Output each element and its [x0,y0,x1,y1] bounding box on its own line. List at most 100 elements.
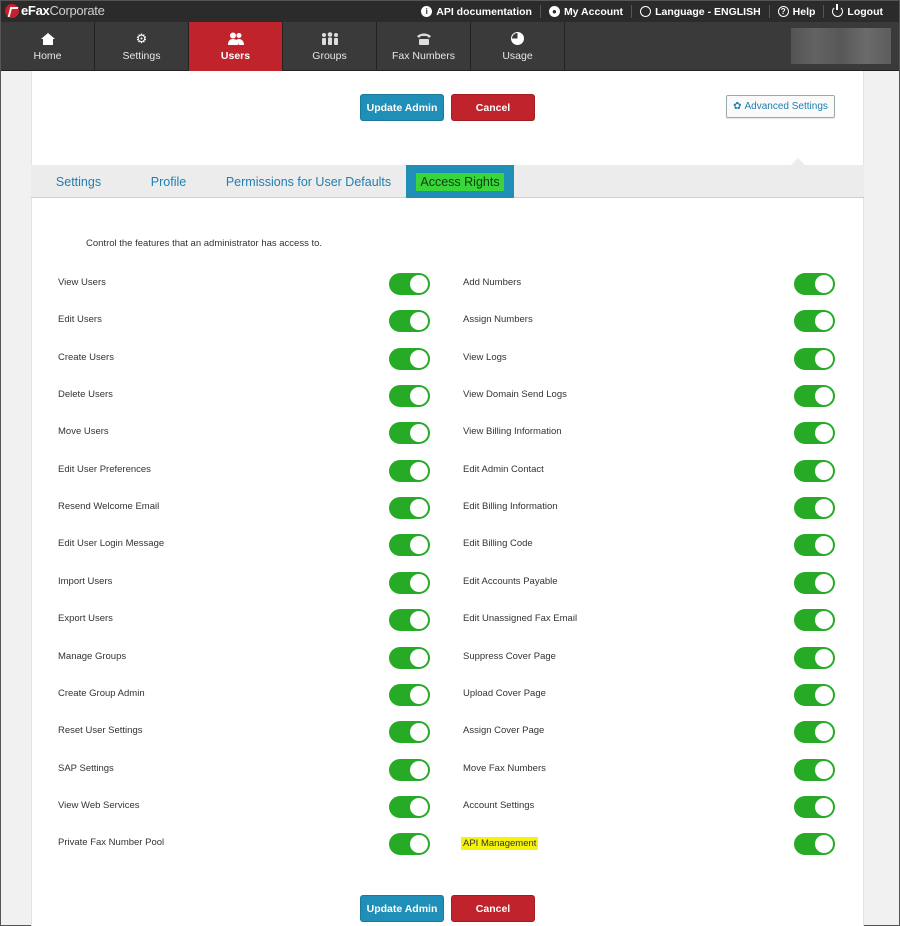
language-selector[interactable]: Language - ENGLISH [631,5,769,18]
tab-access-rights[interactable]: Access Rights [406,165,514,198]
help-link[interactable]: ? Help [768,5,824,18]
update-admin-button-top[interactable]: Update Admin [360,94,444,121]
permission-toggle-view-web-services[interactable] [389,795,430,818]
permission-label-add-numbers: Add Numbers [463,277,522,288]
help-icon: ? [777,6,789,17]
logout-link[interactable]: Logout [823,4,891,18]
permission-toggle-view-users[interactable] [389,273,430,295]
permission-toggle-create-users[interactable] [389,347,430,370]
permission-label-edit-admin-contact: Edit Admin Contact [463,463,544,475]
permission-toggle-edit-billing-code[interactable] [794,534,835,557]
permission-toggle-api-management[interactable] [794,833,835,856]
permission-toggle-reset-user-settings[interactable] [389,721,430,744]
info-icon: i [421,6,433,17]
permission-toggle-import-users[interactable] [389,571,430,594]
permission-label-edit-user-login-message: Edit User Login Message [58,538,165,550]
permission-label-view-logs: View Logs [463,351,507,363]
permission-toggle-edit-user-login-message[interactable] [389,534,430,557]
efax-logo-icon [5,3,19,18]
permission-toggle-edit-users[interactable] [389,310,430,333]
main-nav: Home ⚙ Settings Users Groups Fax Numbers… [1,22,899,71]
permission-label-edit-billing-code: Edit Billing Code [463,538,533,550]
tab-access-rights-label: Access Rights [416,172,504,191]
permission-label-reset-user-settings: Reset User Settings [58,725,143,737]
blurred-account-info [791,28,891,64]
help-label: Help [792,5,816,18]
account-icon: ● [548,6,560,17]
permission-toggle-create-group-admin[interactable] [389,683,430,706]
permission-toggle-view-logs[interactable] [794,347,835,370]
tab-settings[interactable]: Settings [31,165,126,198]
top-utility-bar: eFaxCorporate i API documentation ● My A… [1,1,899,22]
logo-bold-text: eFax [21,3,50,18]
permission-label-account-settings: Account Settings [463,799,535,811]
permission-label-suppress-cover-page: Suppress Cover Page [463,650,556,662]
permission-label-view-billing-information: View Billing Information [463,426,562,438]
cancel-button-bottom[interactable]: Cancel [451,895,535,922]
fax-icon [416,32,432,46]
tab-profile[interactable]: Profile [126,165,211,198]
permission-toggle-edit-accounts-payable[interactable] [794,571,835,594]
my-account-label: My Account [563,5,624,18]
nav-users-label: Users [220,49,251,62]
permission-toggle-account-settings[interactable] [794,795,835,818]
permission-label-view-users: View Users [58,277,106,288]
advanced-settings-button[interactable]: ✿ Advanced Settings [726,95,835,118]
nav-usage[interactable]: Usage [471,22,565,71]
permission-toggle-edit-admin-contact[interactable] [794,459,835,482]
permission-label-private-fax-number-pool: Private Fax Number Pool [58,837,165,849]
nav-groups[interactable]: Groups [283,22,377,71]
nav-users[interactable]: Users [189,22,283,71]
permission-toggle-export-users[interactable] [389,609,430,632]
nav-fax-numbers[interactable]: Fax Numbers [377,22,471,71]
tab-permissions-user-defaults[interactable]: Permissions for User Defaults [211,165,406,198]
permission-label-move-users: Move Users [58,426,109,438]
my-account-link[interactable]: ● My Account [539,5,631,18]
permission-toggle-edit-unassigned-fax-email[interactable] [794,609,835,632]
logo-light-text: Corporate [49,3,105,18]
permission-toggle-resend-welcome-email[interactable] [389,497,430,520]
gear-icon: ✿ [733,101,742,112]
permission-toggle-upload-cover-page[interactable] [794,683,835,706]
permission-label-assign-cover-page: Assign Cover Page [463,725,545,737]
permission-toggle-private-fax-number-pool[interactable] [389,833,430,856]
advanced-caret [791,158,805,165]
permission-label-view-web-services: View Web Services [58,799,140,811]
permission-toggle-delete-users[interactable] [389,385,430,408]
logout-label: Logout [847,5,883,18]
permission-toggle-edit-user-preferences[interactable] [389,459,430,482]
permission-label-api-management: API Management [461,837,539,851]
api-documentation-label: API documentation [436,5,532,18]
nav-groups-label: Groups [312,49,347,62]
permission-label-edit-accounts-payable: Edit Accounts Payable [463,575,558,587]
permission-label-create-group-admin: Create Group Admin [58,687,145,699]
nav-settings[interactable]: ⚙ Settings [95,22,189,71]
permission-toggle-assign-numbers[interactable] [794,310,835,333]
permission-toggle-assign-cover-page[interactable] [794,721,835,744]
permission-toggle-move-fax-numbers[interactable] [794,758,835,781]
advanced-settings-label: Advanced Settings [744,101,828,112]
pie-chart-icon [511,32,524,46]
permission-label-move-fax-numbers: Move Fax Numbers [463,762,546,774]
efax-logo[interactable]: eFaxCorporate [5,3,105,18]
permission-toggle-suppress-cover-page[interactable] [794,646,835,669]
permission-toggle-add-numbers[interactable] [794,273,835,295]
permission-toggle-manage-groups[interactable] [389,646,430,669]
permission-label-manage-groups: Manage Groups [58,650,127,662]
groups-icon [321,32,339,46]
permission-label-export-users: Export Users [58,613,113,625]
permission-label-import-users: Import Users [58,575,113,587]
api-documentation-link[interactable]: i API documentation [413,5,540,18]
permission-label-edit-users: Edit Users [58,314,102,326]
permission-toggle-edit-billing-information[interactable] [794,497,835,520]
permission-toggle-view-billing-information[interactable] [794,422,835,445]
permission-toggle-sap-settings[interactable] [389,758,430,781]
cancel-button-top[interactable]: Cancel [451,94,535,121]
update-admin-button-bottom[interactable]: Update Admin [360,895,444,922]
permission-toggle-view-domain-send-logs[interactable] [794,385,835,408]
nav-home[interactable]: Home [1,22,95,71]
permission-toggle-move-users[interactable] [389,422,430,445]
utility-links: i API documentation ● My Account Languag… [413,1,891,22]
nav-home-label: Home [33,49,62,62]
permission-label-edit-unassigned-fax-email: Edit Unassigned Fax Email [463,613,578,625]
